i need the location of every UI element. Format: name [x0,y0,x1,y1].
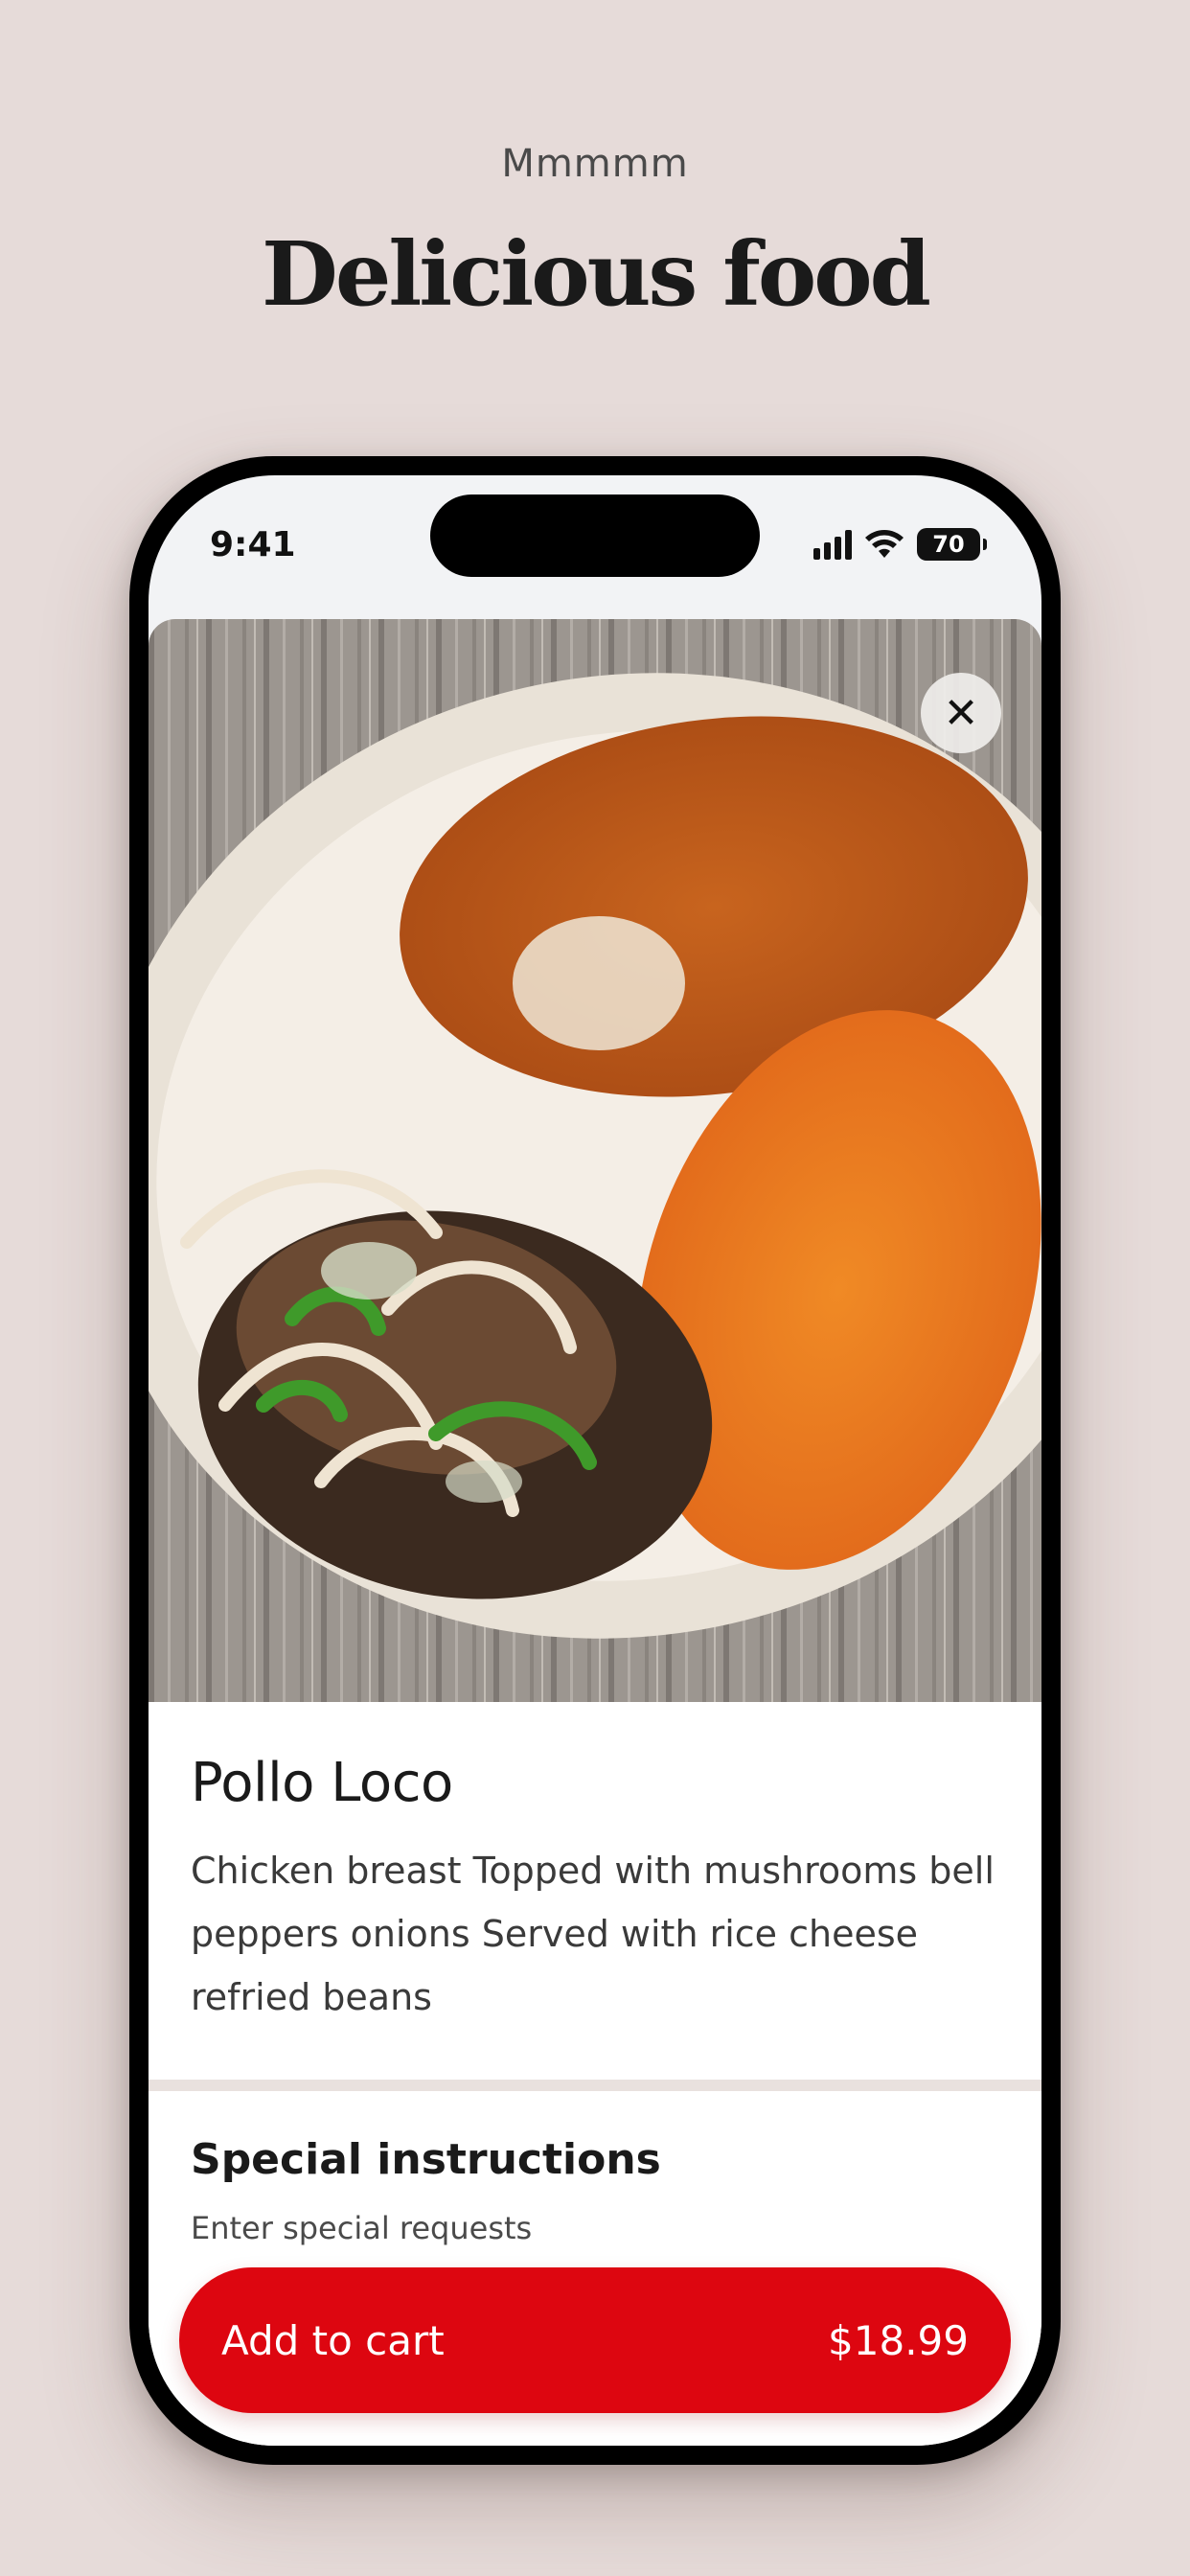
close-icon: ✕ [943,688,979,738]
cellular-signal-icon [813,529,852,560]
status-icons: 70 [813,525,987,564]
add-to-cart-button[interactable]: Add to cart $18.99 [179,2267,1011,2413]
item-description: Chicken breast Topped with mushrooms bel… [191,1850,995,2018]
eyebrow-text: Mmmmm [501,142,689,186]
add-to-cart-label: Add to cart [221,2316,445,2364]
item-name: Pollo Loco [191,1752,453,1814]
item-detail-sheet: ✕ Pollo Loco Chicken breast Topped with … [149,619,1041,2446]
status-time: 9:41 [210,525,296,564]
status-bar: 9:41 70 [149,475,1041,619]
price-label: $18.99 [828,2316,969,2364]
section-divider [149,2080,1041,2091]
dynamic-island [430,494,760,577]
close-button[interactable]: ✕ [921,673,1001,753]
special-instructions-title: Special instructions [191,2135,661,2184]
battery-icon: 70 [917,528,987,561]
page-title: Delicious food [262,222,931,326]
item-info: Pollo Loco Chicken breast Topped with mu… [149,1702,1041,2029]
wifi-icon [863,529,905,560]
food-photo: ✕ [149,619,1041,1702]
phone-screen: 9:41 70 ✕ Pollo Loco Chicken breast Topp… [149,475,1041,2446]
phone-frame: 9:41 70 ✕ Pollo Loco Chicken breast Topp… [129,456,1061,2465]
special-instructions-input[interactable] [191,2210,976,2246]
